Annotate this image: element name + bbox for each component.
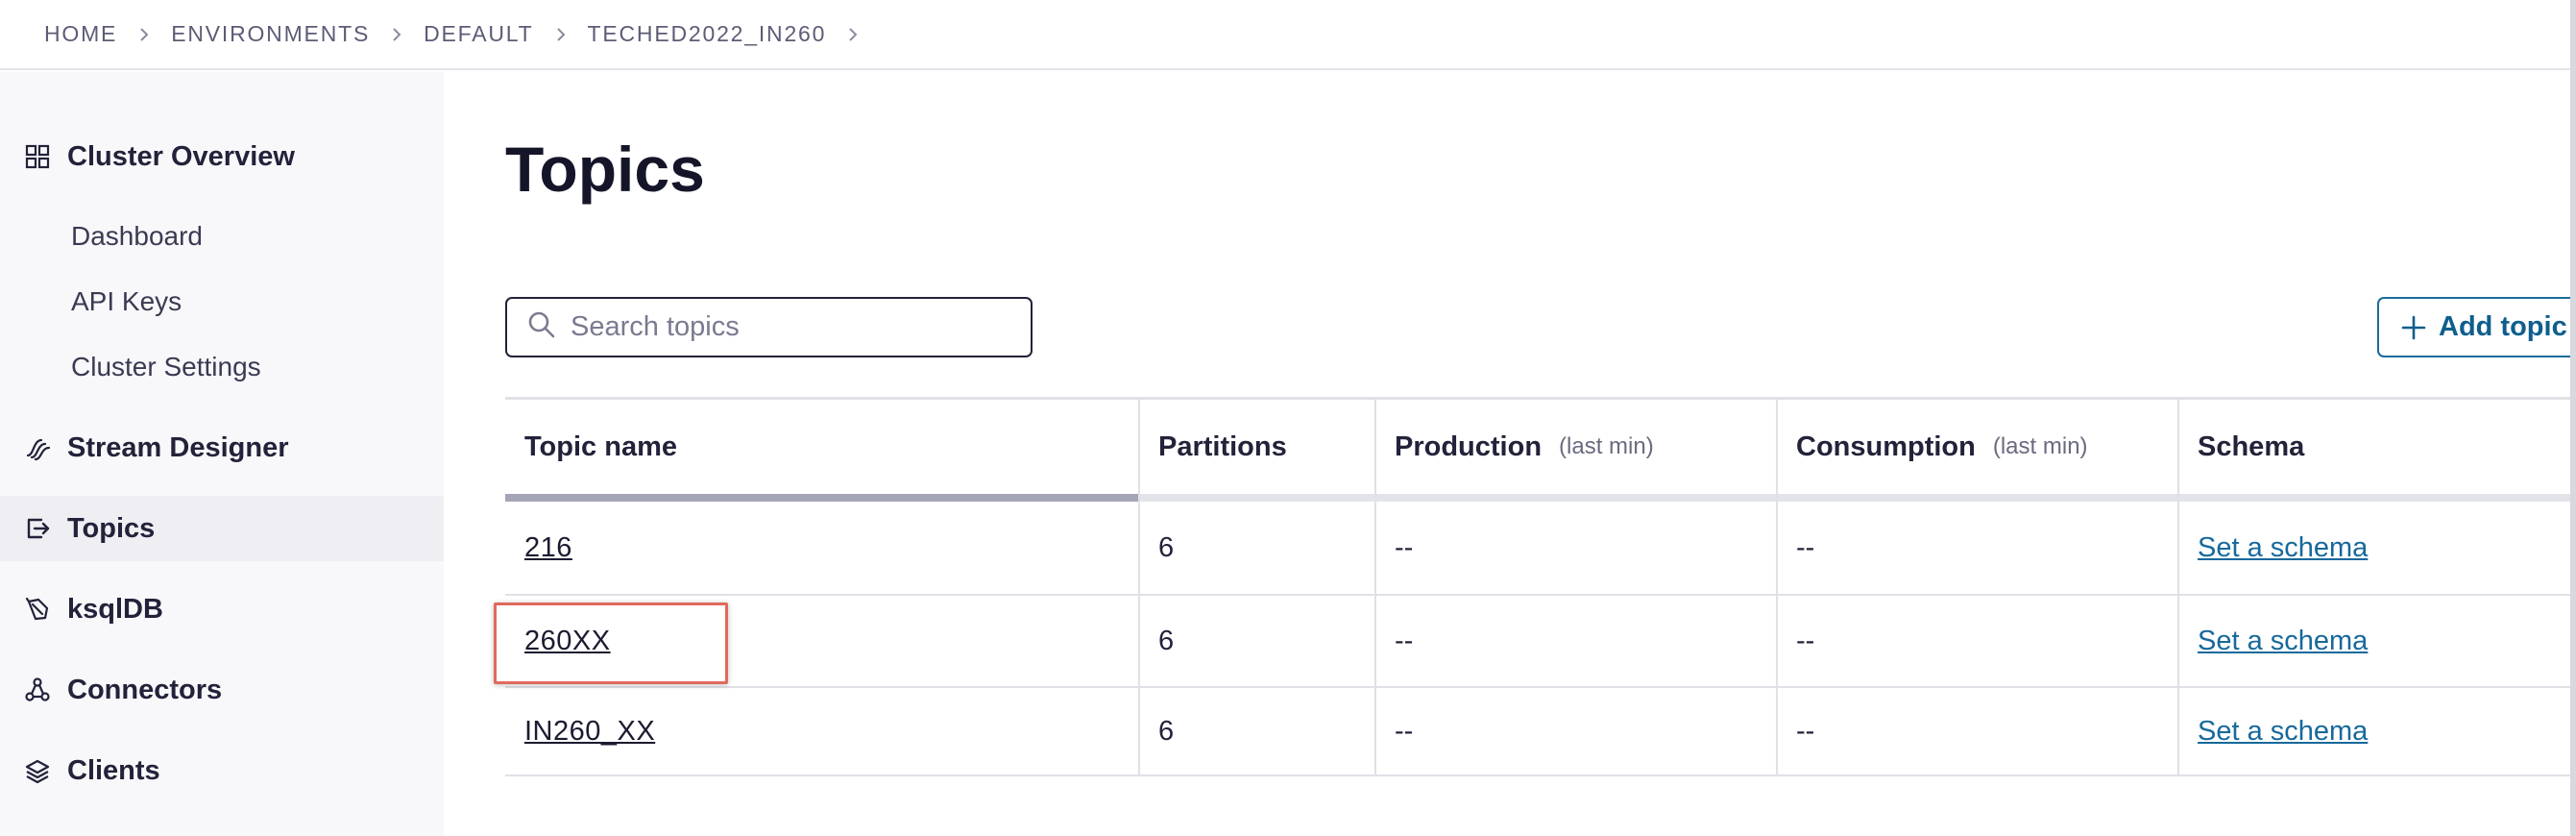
add-topic-button[interactable]: Add topic	[2377, 297, 2576, 357]
topic-link[interactable]: IN260_XX	[524, 716, 655, 748]
search-input[interactable]	[571, 311, 1012, 343]
sidebar-item-connectors[interactable]: Connectors	[0, 657, 444, 723]
sidebar-item-clients[interactable]: Clients	[0, 738, 444, 803]
sidebar-subitem-cluster-settings[interactable]: Cluster Settings	[71, 352, 261, 382]
sidebar-item-label: Cluster Overview	[67, 140, 295, 172]
column-header-partitions[interactable]: Partitions	[1139, 400, 1375, 494]
column-header-production[interactable]: Production (last min)	[1375, 400, 1777, 494]
sidebar-item-topics[interactable]: Topics	[0, 496, 444, 561]
column-unit: (last min)	[1559, 433, 1654, 459]
breadcrumb-cluster[interactable]: TECHED2022_IN260	[588, 21, 827, 47]
search-box[interactable]	[505, 297, 1033, 357]
sidebar-item-label: Stream Designer	[67, 431, 289, 463]
topic-link[interactable]: 260XX	[524, 626, 611, 657]
set-schema-link[interactable]: Set a schema	[2198, 626, 2368, 657]
sort-indicator	[505, 494, 1139, 502]
sidebar-item-label: Clients	[67, 754, 160, 786]
grid-icon	[23, 142, 52, 171]
ksqldb-icon	[23, 595, 52, 624]
set-schema-link[interactable]: Set a schema	[2198, 532, 2368, 564]
consumption-cell: --	[1796, 625, 1815, 656]
production-cell: --	[1395, 531, 1414, 563]
table-header: Topic name Partitions Production (last mi…	[505, 400, 2576, 494]
breadcrumb-home[interactable]: HOME	[44, 21, 117, 47]
chevron-right-icon	[370, 26, 424, 43]
table-row: 216 6 -- -- Set a schema	[505, 502, 2576, 594]
sidebar-item-ksqldb[interactable]: ksqlDB	[0, 577, 444, 642]
table-row: IN260_XX 6 -- -- Set a schema	[505, 688, 2576, 775]
breadcrumb-default[interactable]: DEFAULT	[424, 21, 533, 47]
column-unit: (last min)	[1992, 433, 2088, 459]
partitions-cell: 6	[1158, 715, 1175, 747]
sidebar-item-stream-designer[interactable]: Stream Designer	[0, 415, 444, 480]
sidebar: Cluster Overview Dashboard API Keys Clus…	[0, 72, 444, 836]
sidebar-item-cluster-overview[interactable]: Cluster Overview	[0, 124, 444, 189]
chevron-right-icon[interactable]	[826, 26, 880, 43]
plus-icon	[2401, 315, 2426, 339]
scrollbar[interactable]	[2570, 0, 2576, 836]
column-header-topic-name[interactable]: Topic name	[505, 400, 1139, 494]
layers-icon	[23, 756, 52, 785]
search-icon	[526, 309, 571, 345]
column-header-schema[interactable]: Schema	[2178, 400, 2576, 494]
set-schema-link[interactable]: Set a schema	[2198, 716, 2368, 748]
consumption-cell: --	[1796, 715, 1815, 747]
column-header-consumption[interactable]: Consumption (last min)	[1777, 400, 2178, 494]
sidebar-item-label: ksqlDB	[67, 593, 163, 625]
chevron-right-icon	[534, 26, 588, 43]
sidebar-item-label: Topics	[67, 512, 156, 544]
page-title: Topics	[505, 134, 705, 205]
topics-icon	[23, 514, 52, 543]
partitions-cell: 6	[1158, 531, 1175, 563]
production-cell: --	[1395, 625, 1414, 656]
breadcrumb: HOME ENVIRONMENTS DEFAULT TECHED2022_IN2…	[0, 0, 2576, 70]
stream-icon	[23, 433, 52, 462]
add-topic-label: Add topic	[2439, 311, 2567, 342]
production-cell: --	[1395, 715, 1414, 747]
sidebar-subitem-api-keys[interactable]: API Keys	[71, 286, 182, 317]
sidebar-subitem-dashboard[interactable]: Dashboard	[71, 221, 203, 252]
table-row: 260XX 6 -- -- Set a schema	[505, 596, 2576, 686]
chevron-right-icon	[117, 26, 171, 43]
partitions-cell: 6	[1158, 625, 1175, 656]
topic-link[interactable]: 216	[524, 532, 572, 564]
consumption-cell: --	[1796, 531, 1815, 563]
breadcrumb-environments[interactable]: ENVIRONMENTS	[171, 21, 370, 47]
connectors-icon	[23, 676, 52, 704]
sidebar-item-label: Connectors	[67, 674, 223, 705]
